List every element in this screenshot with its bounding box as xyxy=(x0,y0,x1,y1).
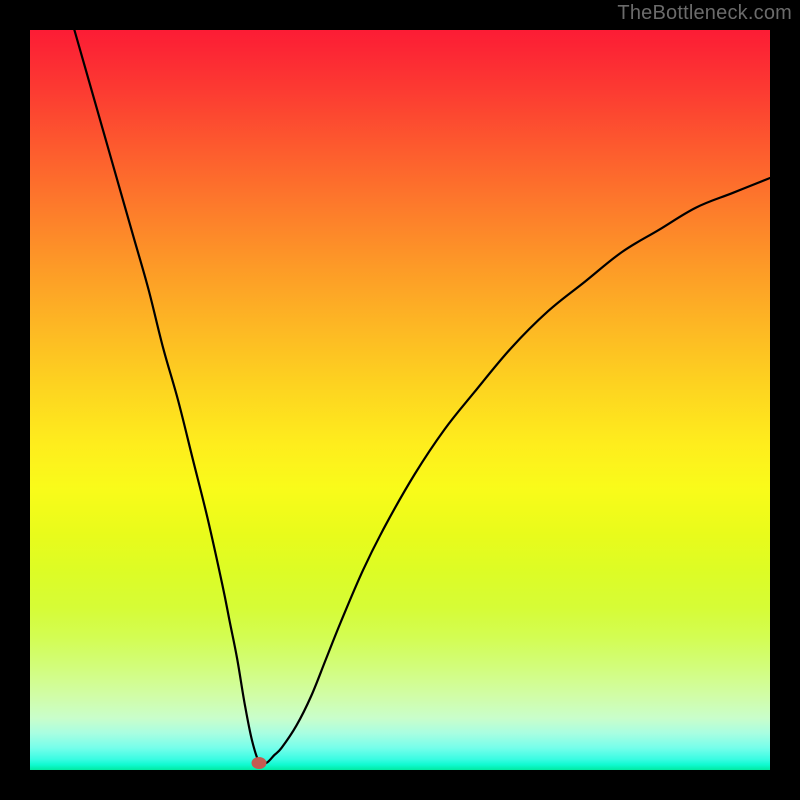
minimum-point-marker xyxy=(252,757,267,769)
bottleneck-curve xyxy=(30,30,770,770)
plot-area xyxy=(30,30,770,770)
chart-frame: TheBottleneck.com xyxy=(0,0,800,800)
watermark-text: TheBottleneck.com xyxy=(617,2,792,25)
